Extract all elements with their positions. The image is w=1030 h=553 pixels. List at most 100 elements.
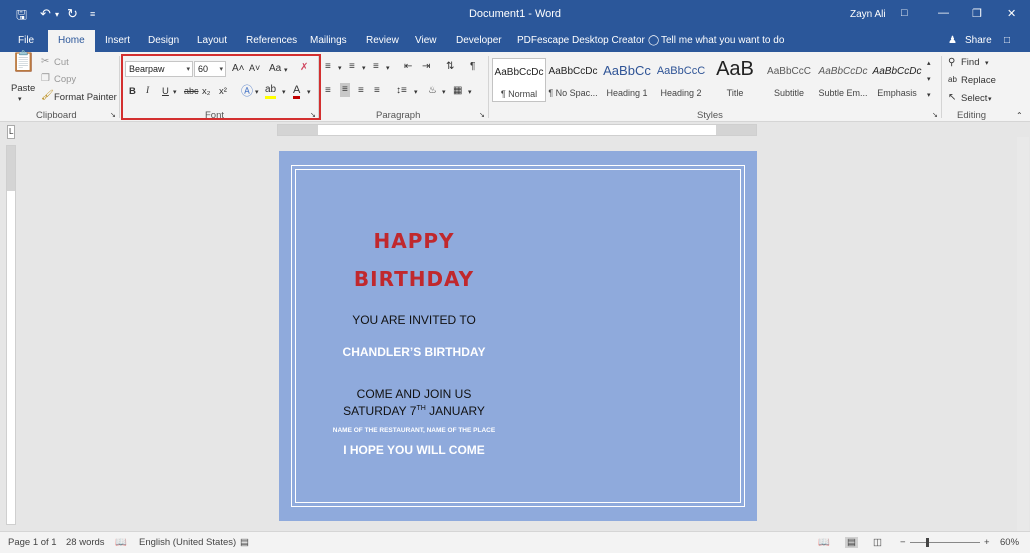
multilevel-list-icon[interactable]: ≡ xyxy=(373,61,379,73)
tab-developer[interactable]: Developer xyxy=(456,35,502,46)
style-no-spacing[interactable]: AaBbCcDc ¶ No Spac... xyxy=(546,58,600,102)
sort-icon[interactable]: ⇅ xyxy=(446,61,454,73)
tab-home[interactable]: Home xyxy=(48,30,95,52)
paste-dropdown-icon[interactable]: ▾ xyxy=(18,94,22,106)
tab-review[interactable]: Review xyxy=(366,35,399,46)
style-title[interactable]: AaB Title xyxy=(708,58,762,102)
style-preview: AaBbCcDc xyxy=(818,66,868,77)
share-button[interactable]: Share xyxy=(965,35,992,46)
zoom-level[interactable]: 60% xyxy=(1000,537,1019,548)
comments-icon[interactable]: □ xyxy=(1004,35,1010,46)
line-venue[interactable]: NAME OF THE RESTAURANT, NAME OF THE PLAC… xyxy=(279,427,549,434)
style-preview: AaBbCcC xyxy=(767,66,811,77)
find-button[interactable]: Find xyxy=(961,57,979,68)
bullets-icon[interactable]: ≡ xyxy=(325,61,331,73)
show-formatting-icon[interactable]: ¶ xyxy=(470,61,475,73)
numbering-icon[interactable]: ≡ xyxy=(349,61,355,73)
align-right-icon[interactable]: ≡ xyxy=(358,85,364,97)
paste-button[interactable]: Paste xyxy=(11,83,35,94)
chevron-down-icon[interactable]: ▾ xyxy=(386,63,390,75)
chevron-down-icon[interactable]: ▾ xyxy=(468,87,472,99)
line-come-join[interactable]: COME AND JOIN US xyxy=(279,387,549,401)
tab-references[interactable]: References xyxy=(246,35,297,46)
align-center-icon[interactable]: ≡ xyxy=(340,83,350,97)
chevron-down-icon[interactable]: ▾ xyxy=(988,94,992,106)
close-icon[interactable]: ✕ xyxy=(1007,7,1016,20)
decrease-indent-icon[interactable]: ⇤ xyxy=(404,61,412,73)
cut-button[interactable]: Cut xyxy=(54,57,69,68)
tab-view[interactable]: View xyxy=(415,35,437,46)
format-painter-button[interactable]: Format Painter xyxy=(54,92,117,103)
chevron-down-icon[interactable]: ▾ xyxy=(442,87,446,99)
line-birthday[interactable]: BIRTHDAY xyxy=(279,267,549,291)
line-date[interactable]: SATURDAY 7TH JANUARY xyxy=(279,404,549,418)
styles-scroll-down-icon[interactable]: ▾ xyxy=(927,74,931,86)
zoom-out-icon[interactable]: − xyxy=(900,537,906,548)
vertical-scrollbar[interactable] xyxy=(1017,137,1029,531)
collapse-ribbon-icon[interactable]: ⌃ xyxy=(1016,110,1023,122)
select-icon: ↖ xyxy=(948,92,957,103)
tab-file[interactable]: File xyxy=(18,35,34,46)
clipboard-launcher-icon[interactable]: ↘ xyxy=(110,110,116,122)
cut-icon: ✂ xyxy=(41,56,50,67)
tab-pdfescape[interactable]: PDFescape Desktop Creator xyxy=(517,35,645,46)
style-normal[interactable]: AaBbCcDc ¶ Normal xyxy=(492,58,546,102)
style-heading-2[interactable]: AaBbCcC Heading 2 xyxy=(654,58,708,102)
tab-insert[interactable]: Insert xyxy=(105,35,130,46)
tab-design[interactable]: Design xyxy=(148,35,179,46)
zoom-in-icon[interactable]: + xyxy=(984,537,990,548)
tab-layout[interactable]: Layout xyxy=(197,35,227,46)
style-emphasis[interactable]: AaBbCcDc Emphasis xyxy=(870,58,924,102)
tab-selector-icon[interactable]: L xyxy=(7,125,16,139)
horizontal-ruler[interactable] xyxy=(277,124,757,136)
borders-icon[interactable]: ▦ xyxy=(453,85,462,97)
paste-icon[interactable]: 📋 xyxy=(11,52,36,72)
minimize-icon[interactable]: — xyxy=(938,7,949,19)
line-hope[interactable]: I HOPE YOU WILL COME xyxy=(279,443,549,457)
align-left-icon[interactable]: ≡ xyxy=(325,85,331,97)
increase-indent-icon[interactable]: ⇥ xyxy=(422,61,430,73)
style-subtitle[interactable]: AaBbCcC Subtitle xyxy=(762,58,816,102)
chevron-down-icon[interactable]: ▾ xyxy=(362,63,366,75)
paragraph-launcher-icon[interactable]: ↘ xyxy=(479,110,485,122)
proofing-icon[interactable]: 📖 xyxy=(115,537,127,548)
replace-button[interactable]: Replace xyxy=(961,75,996,86)
language[interactable]: English (United States) xyxy=(139,537,236,548)
share-icon[interactable]: ♟ xyxy=(948,35,957,46)
document-page[interactable]: HAPPY BIRTHDAY YOU ARE INVITED TO CHANDL… xyxy=(279,151,757,521)
print-layout-icon[interactable]: ▤ xyxy=(845,537,858,548)
line-happy[interactable]: HAPPY xyxy=(279,229,549,253)
find-icon: ⚲ xyxy=(948,57,956,68)
styles-launcher-icon[interactable]: ↘ xyxy=(932,110,938,122)
web-layout-icon[interactable]: ◫ xyxy=(873,537,882,548)
title-bar: 🖫 ↶ ▾ ↻ ≡ Document1 - Word Zayn Ali □ — … xyxy=(0,0,1030,30)
line-spacing-icon[interactable]: ↕≡ xyxy=(396,85,407,97)
ribbon-tabs: File Home Insert Design Layout Reference… xyxy=(0,30,1030,52)
user-name[interactable]: Zayn Ali xyxy=(850,9,886,20)
vertical-ruler[interactable] xyxy=(6,145,16,525)
shading-icon[interactable]: ♨ xyxy=(428,85,437,97)
chevron-down-icon[interactable]: ▾ xyxy=(338,63,342,75)
select-button[interactable]: Select xyxy=(961,93,987,104)
styles-more-icon[interactable]: ▾ xyxy=(927,90,931,102)
justify-icon[interactable]: ≡ xyxy=(374,85,380,97)
read-mode-icon[interactable]: 📖 xyxy=(818,537,830,548)
zoom-slider[interactable] xyxy=(910,538,980,547)
style-preview: AaBbCc xyxy=(603,63,651,78)
line-chandler[interactable]: CHANDLER’S BIRTHDAY xyxy=(279,345,549,359)
line-invited[interactable]: YOU ARE INVITED TO xyxy=(279,313,549,327)
chevron-down-icon[interactable]: ▾ xyxy=(985,58,989,70)
style-subtle-emphasis[interactable]: AaBbCcDc Subtle Em... xyxy=(816,58,870,102)
ribbon-display-options-icon[interactable]: □ xyxy=(901,7,908,19)
word-count[interactable]: 28 words xyxy=(66,537,105,548)
macro-icon[interactable]: ▤ xyxy=(240,537,249,548)
styles-scroll-up-icon[interactable]: ▴ xyxy=(927,58,931,70)
chevron-down-icon[interactable]: ▾ xyxy=(414,87,418,99)
copy-button[interactable]: Copy xyxy=(54,74,76,85)
style-heading-1[interactable]: AaBbCc Heading 1 xyxy=(600,58,654,102)
page-count[interactable]: Page 1 of 1 xyxy=(8,537,57,548)
restore-icon[interactable]: ❐ xyxy=(972,7,982,20)
tab-mailings[interactable]: Mailings xyxy=(310,35,347,46)
tell-me-search[interactable]: Tell me what you want to do xyxy=(661,35,784,46)
zoom-slider-thumb[interactable] xyxy=(926,538,929,547)
